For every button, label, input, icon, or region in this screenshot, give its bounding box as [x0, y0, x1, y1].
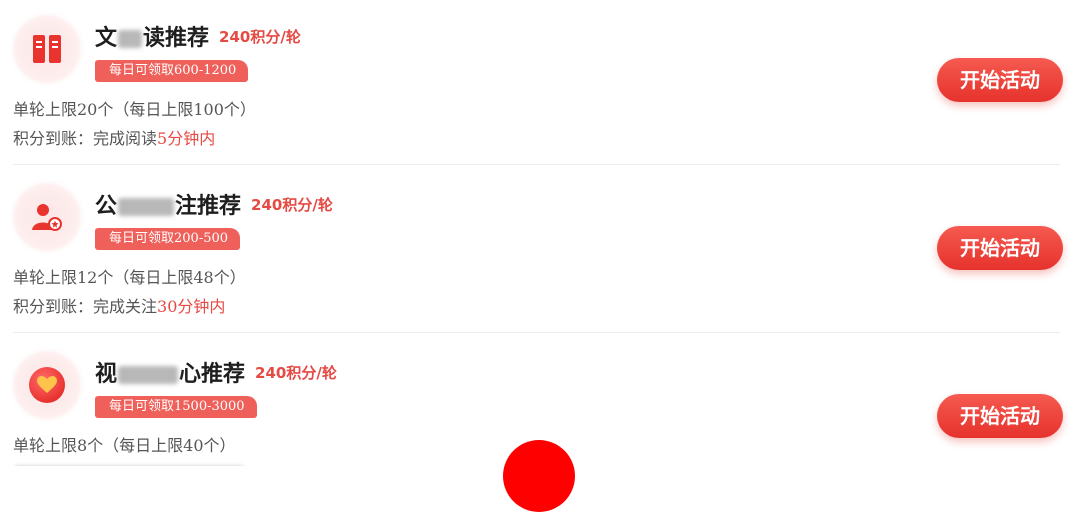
heart-icon — [37, 376, 57, 393]
daily-claim-badge: 每日可领取1500-3000 — [95, 396, 257, 418]
points-per-round: 240积分/轮 — [251, 196, 333, 214]
redacted-text: ■■■ — [118, 198, 175, 216]
icon-badge — [15, 17, 79, 81]
task-title: 视■■■心推荐 240积分/轮 — [95, 356, 337, 388]
start-activity-button[interactable]: 开始活动 — [937, 394, 1063, 438]
title-suffix: 心推荐 — [179, 362, 246, 387]
points-arrival-text: 积分到账：完成阅读5分钟内 — [13, 125, 215, 149]
arrival-prefix: 积分到账：完成阅读 — [13, 129, 158, 148]
divider — [13, 332, 1060, 333]
round-limit-text: 单轮上限20个（每日上限100个） — [13, 100, 256, 119]
redacted-text: ■■ — [118, 30, 143, 48]
arrival-highlight: 30分钟内 — [157, 297, 226, 316]
redacted-text: ■■■ — [118, 366, 179, 384]
points-per-round: 240积分/轮 — [219, 28, 301, 46]
task-title: 公■■■注推荐 240积分/轮 — [95, 188, 333, 220]
book-icon — [33, 35, 61, 63]
user-follow-icon — [32, 204, 62, 231]
arrival-highlight: 5分钟内 — [157, 129, 216, 148]
start-activity-button[interactable]: 开始活动 — [937, 226, 1063, 270]
points-per-round: 240积分/轮 — [255, 364, 337, 382]
round-limit-text: 单轮上限8个（每日上限40个） — [13, 436, 236, 455]
points-arrival-text: 积分到账：完成关注30分钟内 — [13, 293, 225, 317]
icon-badge — [15, 353, 79, 417]
daily-claim-badge: 每日可领取600-1200 — [95, 60, 249, 82]
title-prefix: 文 — [95, 26, 118, 51]
arrival-prefix: 积分到账：完成关注 — [13, 297, 158, 316]
task-card-account-follow: 公■■■注推荐 240积分/轮 每日可领取200-500 单轮上限12个（每日上限… — [0, 168, 1080, 336]
task-card-article-reading: 文■■读推荐240积分/轮 每日可领取600-1200 单轮上限20个（每日上限… — [0, 0, 1080, 168]
task-title: 文■■读推荐240积分/轮 — [95, 20, 301, 52]
title-prefix: 公 — [95, 194, 118, 219]
round-limit-text: 单轮上限12个（每日上限48个） — [13, 268, 246, 287]
start-activity-button[interactable]: 开始活动 — [937, 58, 1063, 102]
floating-action-button[interactable] — [503, 440, 575, 512]
points-arrival-text-clipped: ■ — [13, 460, 245, 466]
icon-badge — [15, 185, 79, 249]
divider — [13, 164, 1060, 165]
daily-claim-badge: 每日可领取200-500 — [95, 228, 241, 250]
title-prefix: 视 — [95, 362, 118, 387]
title-suffix: 注推荐 — [175, 194, 242, 219]
